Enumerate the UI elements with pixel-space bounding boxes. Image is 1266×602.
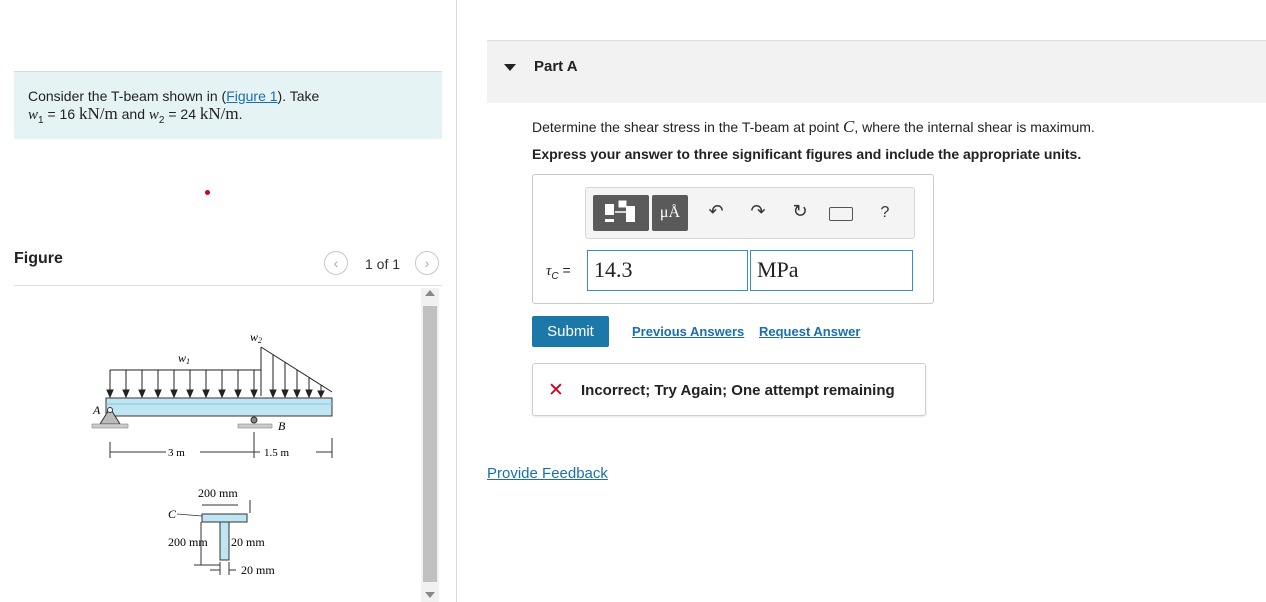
keyboard-icon[interactable] (829, 207, 853, 221)
problem-line-1: Consider the T-beam shown in (Figure 1).… (28, 88, 320, 104)
beam (105, 397, 333, 417)
help-icon[interactable]: ? (873, 204, 897, 222)
prev-figure-button[interactable]: ‹ (324, 251, 348, 275)
roller-support-b (237, 416, 273, 429)
provide-feedback-link[interactable]: Provide Feedback (487, 465, 608, 482)
dim-200mm-flange: 200 mm (198, 486, 238, 500)
dim-1-5m: 1.5 m (264, 447, 290, 459)
problem-statement: Consider the T-beam shown in (Figure 1).… (14, 71, 442, 139)
part-a-header[interactable] (487, 41, 1266, 103)
flange-dimension (202, 500, 251, 513)
collapse-caret-icon[interactable] (504, 64, 516, 71)
dim-20mm-bottom: 20 mm (241, 563, 275, 577)
problem-line-2: w1 = 16 kN/m and w2 = 24 kN/m. (28, 104, 243, 126)
w2-label: w2 (250, 330, 262, 345)
units-button[interactable]: μÅ (652, 195, 688, 231)
red-dot-marker (205, 190, 210, 195)
undo-icon[interactable]: ↶ (704, 201, 728, 222)
point-a-label: A (92, 403, 101, 417)
answer-value-input[interactable]: 14.3 (587, 250, 748, 291)
redo-icon[interactable]: ↷ (746, 201, 770, 222)
scrollbar-thumb[interactable] (423, 306, 437, 582)
templates-icon (605, 200, 635, 222)
uniform-load-arrows (106, 369, 261, 399)
w1-label: w1 (178, 351, 190, 366)
dim-20mm-web: 20 mm (231, 535, 265, 549)
part-a-title: Part A (534, 58, 578, 75)
t-beam-figure: w1 w2 A B 3 m 1.5 m 200 mm C 200 mm 20 m… (91, 330, 333, 577)
panel-divider (456, 0, 457, 602)
templates-button[interactable] (593, 195, 649, 231)
submit-button[interactable]: Submit (532, 316, 609, 347)
answer-unit-input[interactable]: MPa (750, 250, 913, 291)
figure-divider (14, 285, 442, 286)
incorrect-x-icon: ✕ (548, 380, 564, 401)
figure-heading: Figure (14, 250, 63, 267)
request-answer-link[interactable]: Request Answer (759, 324, 860, 339)
dim-3m: 3 m (168, 447, 185, 459)
previous-answers-link[interactable]: Previous Answers (632, 324, 744, 339)
instruction-text: Express your answer to three significant… (532, 146, 1082, 162)
answer-label: τC = (546, 262, 571, 282)
feedback-message: Incorrect; Try Again; One attempt remain… (581, 382, 895, 399)
figure-link[interactable]: Figure 1 (226, 88, 277, 104)
reset-icon[interactable]: ↻ (788, 201, 812, 222)
dim-200mm-depth: 200 mm (168, 535, 208, 549)
figure-counter: 1 of 1 (365, 256, 401, 272)
question-text: Determine the shear stress in the T-beam… (532, 117, 1095, 136)
triangular-load-arrows (260, 346, 333, 399)
scroll-up-arrow-icon[interactable] (425, 290, 435, 296)
point-c-label: C (168, 507, 177, 521)
scroll-down-arrow-icon[interactable] (425, 592, 435, 598)
point-b-label: B (278, 419, 286, 433)
span-dimension (109, 432, 333, 458)
next-figure-button[interactable]: › (415, 251, 439, 275)
